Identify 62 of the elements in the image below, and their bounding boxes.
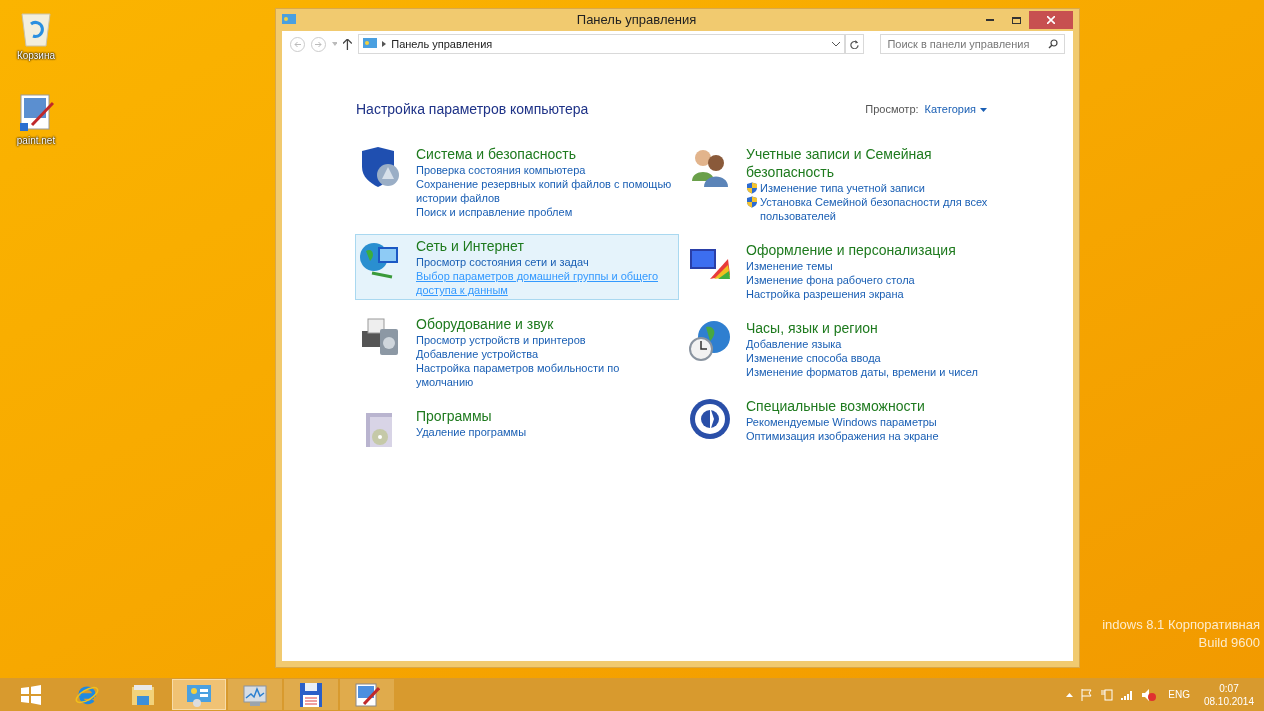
task-link[interactable]: Изменение темы	[746, 259, 833, 273]
taskbar-button[interactable]	[172, 679, 226, 710]
taskbar-button[interactable]	[284, 679, 338, 710]
flag-icon[interactable]	[1081, 688, 1094, 701]
page-heading: Настройка параметров компьютера	[356, 100, 589, 119]
task-link[interactable]: Изменение типа учетной записи	[760, 181, 925, 195]
caret-icon	[980, 107, 987, 112]
search-icon	[1048, 39, 1058, 49]
task-link[interactable]: Изменение способа ввода	[746, 351, 881, 365]
paint-picture-icon	[354, 681, 380, 708]
up-arrow-icon[interactable]	[343, 38, 353, 50]
category-link[interactable]: Оборудование и звук	[416, 315, 676, 333]
category-link[interactable]: Сеть и Интернет	[416, 237, 676, 255]
speaker-muted-icon[interactable]	[1142, 688, 1157, 701]
battery-plug-icon[interactable]	[1101, 688, 1114, 701]
task-link[interactable]: Просмотр состояния сети и задач	[416, 255, 589, 269]
left-arrow-icon	[293, 40, 301, 48]
category-link[interactable]: Часы, язык и регион	[746, 319, 1006, 337]
signal-bars-icon[interactable]	[1121, 689, 1135, 700]
task-link[interactable]: Оптимизация изображения на экране	[746, 429, 939, 443]
task-link[interactable]: Просмотр устройств и принтеров	[416, 333, 586, 347]
task-link[interactable]: Поиск и исправление проблем	[416, 205, 573, 219]
category-link[interactable]: Учетные записи и Семейная безопасность	[746, 145, 1006, 181]
category-link[interactable]: Специальные возможности	[746, 397, 1006, 415]
control-panel-icon	[363, 38, 378, 50]
task-link[interactable]: Изменение форматов даты, времени и чисел	[746, 365, 978, 379]
address-bar[interactable]: Панель управления	[358, 34, 845, 54]
task-link[interactable]: Настройка разрешения экрана	[746, 287, 904, 301]
control-panel-icon	[282, 14, 296, 26]
taskbar-button[interactable]	[340, 679, 394, 710]
refresh-button[interactable]	[844, 34, 865, 54]
task-link[interactable]: Установка Семейной безопасности для всех пользователей	[760, 195, 1006, 223]
recycle-bin-icon	[19, 10, 53, 48]
globe-clock-icon	[688, 319, 732, 363]
category-link[interactable]: Программы	[416, 407, 676, 425]
search-field[interactable]: Поиск в панели управления	[880, 34, 1065, 54]
address-path: Панель управления	[391, 36, 494, 52]
window-title: Панель управления	[575, 11, 698, 30]
right-arrow-icon	[314, 40, 322, 48]
close-icon	[1047, 16, 1055, 24]
task-link[interactable]: Проверка состояния компьютера	[416, 163, 586, 177]
task-link[interactable]: Рекомендуемые Windows параметры	[746, 415, 937, 429]
view-dropdown[interactable]: Категория	[924, 101, 987, 118]
chevron-right-icon	[382, 41, 387, 47]
task-link[interactable]: Добавление языка	[746, 337, 842, 351]
task-link[interactable]: Добавление устройства	[416, 347, 539, 361]
chevron-down-icon	[831, 41, 840, 47]
task-link[interactable]: Сохранение резервных копий файлов с помощью истории файлов	[416, 177, 676, 205]
paint-picture-icon	[18, 93, 54, 133]
os-build-text: Build 9600	[1198, 634, 1260, 652]
start-icon	[21, 684, 41, 705]
accessibility-icon	[688, 397, 732, 441]
chevron-up-icon[interactable]	[1066, 692, 1074, 697]
os-edition-text: indows 8.1 Корпоративная	[1102, 616, 1260, 634]
task-link[interactable]: Изменение фона рабочего стола	[746, 273, 915, 287]
task-link[interactable]: Настройка параметров мобильности по умолчанию	[416, 361, 676, 389]
category-link[interactable]: Оформление и персонализация	[746, 241, 1006, 259]
category-link[interactable]: Система и безопасность	[416, 145, 676, 163]
refresh-icon	[850, 39, 860, 49]
view-label: Просмотр:	[865, 102, 919, 118]
task-link[interactable]: Удаление программы	[416, 425, 527, 439]
dropdown-caret-icon	[331, 42, 338, 46]
